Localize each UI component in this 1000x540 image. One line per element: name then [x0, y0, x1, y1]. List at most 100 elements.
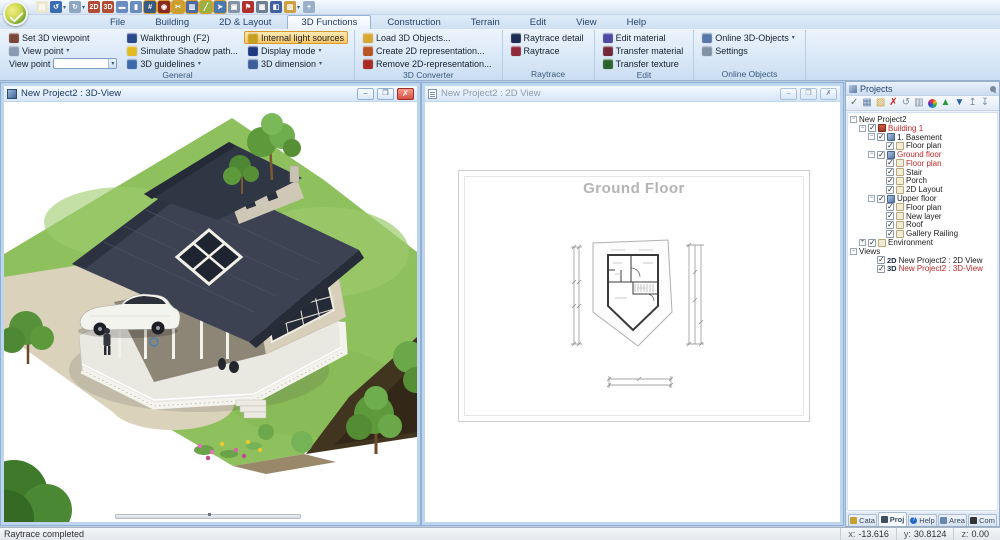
visibility-checkbox[interactable]: ✓: [886, 221, 894, 229]
view-point-combo[interactable]: View point▾: [5, 57, 121, 70]
visibility-checkbox[interactable]: ✓: [886, 212, 894, 220]
2d-viewport[interactable]: Ground Floor: [425, 102, 840, 522]
tree-item[interactable]: ✓Floor plan: [848, 141, 997, 150]
restore-button[interactable]: ❒: [800, 88, 817, 100]
measure-icon[interactable]: ╱: [200, 1, 212, 13]
new-3d-view-icon[interactable]: 3D: [102, 1, 114, 13]
color-wheel-icon[interactable]: [928, 99, 937, 108]
tab-construction[interactable]: Construction: [373, 15, 454, 29]
minimize-button[interactable]: –: [780, 88, 797, 100]
tree-item[interactable]: ✓Gallery Railing: [848, 229, 997, 238]
tree-item[interactable]: ✓Porch: [848, 177, 997, 186]
collapse-icon[interactable]: −: [868, 151, 875, 158]
raytrace-detail-button[interactable]: Raytrace detail: [507, 31, 588, 44]
tab-help[interactable]: Help: [613, 15, 661, 29]
state-up-icon[interactable]: ↥: [968, 98, 976, 108]
tree-item[interactable]: ✓Roof: [848, 221, 997, 230]
select-cursor-icon[interactable]: ➤: [214, 1, 226, 13]
visibility-checkbox[interactable]: ✓: [886, 230, 894, 238]
visibility-checkbox[interactable]: ✓: [877, 195, 885, 203]
remove-2d-representation-button[interactable]: Remove 2D-representation...: [359, 57, 496, 70]
combo-field[interactable]: ▾: [53, 58, 117, 69]
visibility-checkbox[interactable]: ✓: [877, 151, 885, 159]
flag-icon[interactable]: ⚑: [242, 1, 254, 13]
panel-tab-catalog[interactable]: Cata: [848, 514, 877, 526]
transfer-texture-button[interactable]: Transfer texture: [599, 57, 688, 70]
export-icon[interactable]: ▣: [228, 1, 240, 13]
visibility-checkbox[interactable]: ✓: [868, 239, 876, 247]
tab-building[interactable]: Building: [141, 15, 203, 29]
tab-3d-functions[interactable]: 3D Functions: [287, 15, 371, 29]
simulate-shadow-path-button[interactable]: Simulate Shadow path...: [123, 44, 242, 57]
dropdown-arrow-icon[interactable]: ▾: [297, 4, 300, 11]
tree-item[interactable]: ✓3DNew Project2 : 3D-View: [848, 265, 997, 274]
tab-file[interactable]: File: [96, 15, 139, 29]
dropdown-arrow-icon[interactable]: ▾: [63, 4, 66, 11]
restore-button[interactable]: ❒: [377, 88, 394, 100]
visibility-grid-icon[interactable]: ▦: [862, 98, 871, 108]
collapse-icon[interactable]: −: [868, 133, 875, 140]
move-down-icon[interactable]: ▼: [954, 98, 964, 108]
apply-icon[interactable]: ✓: [850, 98, 858, 108]
scissors-icon[interactable]: ✂: [172, 1, 184, 13]
visibility-checkbox[interactable]: ✓: [886, 168, 894, 176]
panel-tab-project[interactable]: Proj: [878, 512, 907, 526]
visibility-checkbox[interactable]: ✓: [877, 133, 885, 141]
rotate-3d-icon[interactable]: ◉: [158, 1, 170, 13]
walkthrough-button[interactable]: Walkthrough (F2): [123, 31, 242, 44]
3d-viewport[interactable]: [4, 102, 417, 522]
visibility-checkbox[interactable]: ✓: [877, 265, 885, 273]
pin-icon[interactable]: [990, 86, 996, 92]
create-2d-representation-button[interactable]: Create 2D representation...: [359, 44, 496, 57]
panel-tab-help[interactable]: ?Help: [908, 514, 937, 526]
new-item-icon[interactable]: ▧: [876, 98, 885, 108]
tab-edit[interactable]: Edit: [516, 15, 560, 29]
grid-icon[interactable]: #: [144, 1, 156, 13]
dropdown-arrow-icon[interactable]: ▾: [82, 4, 85, 11]
visibility-checkbox[interactable]: ✓: [886, 203, 894, 211]
window-2d-titlebar[interactable]: New Project2 : 2D View – ❒ ✗: [425, 86, 840, 102]
redo-icon[interactable]: ↻: [69, 1, 81, 13]
raytrace-button[interactable]: Raytrace: [507, 44, 588, 57]
undo-icon[interactable]: ↺: [50, 1, 62, 13]
delete-icon[interactable]: ✗: [889, 98, 897, 108]
visibility-checkbox[interactable]: ✓: [886, 186, 894, 194]
tree-item[interactable]: −✓Building 1: [848, 124, 997, 133]
tree-item[interactable]: ✓New layer: [848, 212, 997, 221]
display-mode-button[interactable]: Display mode▾: [244, 44, 348, 57]
expand-icon[interactable]: +: [859, 239, 866, 246]
tree-item[interactable]: ✓2DNew Project2 : 2D View: [848, 256, 997, 265]
visibility-checkbox[interactable]: ✓: [886, 142, 894, 150]
move-up-icon[interactable]: ▲: [941, 98, 951, 108]
tree-item[interactable]: −✓Upper floor: [848, 194, 997, 203]
panel-tab-components[interactable]: Com: [968, 514, 997, 526]
visibility-checkbox[interactable]: ✓: [886, 177, 894, 185]
tree-item[interactable]: ✓2D Layout: [848, 185, 997, 194]
close-button[interactable]: ✗: [397, 88, 414, 100]
set-3d-viewpoint-button[interactable]: Set 3D viewpoint: [5, 31, 121, 44]
more-icon[interactable]: +: [303, 1, 315, 13]
state-down-icon[interactable]: ↧: [981, 98, 989, 108]
load-3d-objects-button[interactable]: Load 3D Objects...: [359, 31, 496, 44]
split-horizontal-icon[interactable]: ▬: [116, 1, 128, 13]
horizontal-scrollbar[interactable]: [115, 514, 301, 519]
visibility-checkbox[interactable]: ✓: [877, 256, 885, 264]
online-3d-objects-button[interactable]: Online 3D-Objects▾: [698, 31, 799, 44]
collapse-icon[interactable]: −: [859, 125, 866, 132]
collapse-icon[interactable]: −: [850, 248, 857, 255]
internal-light-sources-button[interactable]: Internal light sources: [244, 31, 348, 44]
guidelines-icon[interactable]: ▥: [186, 1, 198, 13]
tree-item[interactable]: −✓Ground floor: [848, 150, 997, 159]
paint-icon[interactable]: ◧: [270, 1, 282, 13]
tree-item[interactable]: ✓Floor plan: [848, 159, 997, 168]
new-2d-view-icon[interactable]: 2D: [88, 1, 100, 13]
tab-terrain[interactable]: Terrain: [457, 15, 514, 29]
table-icon[interactable]: ▦: [256, 1, 268, 13]
window-3d-titlebar[interactable]: New Project2 : 3D-View – ❒ ✗: [4, 86, 417, 102]
visibility-checkbox[interactable]: ✓: [886, 159, 894, 167]
chevron-down-icon[interactable]: ▾: [108, 59, 116, 68]
tree-item[interactable]: ✓Floor plan: [848, 203, 997, 212]
close-button[interactable]: ✗: [820, 88, 837, 100]
3d-dimension-button[interactable]: 3D dimension▾: [244, 57, 348, 70]
minimize-button[interactable]: –: [357, 88, 374, 100]
